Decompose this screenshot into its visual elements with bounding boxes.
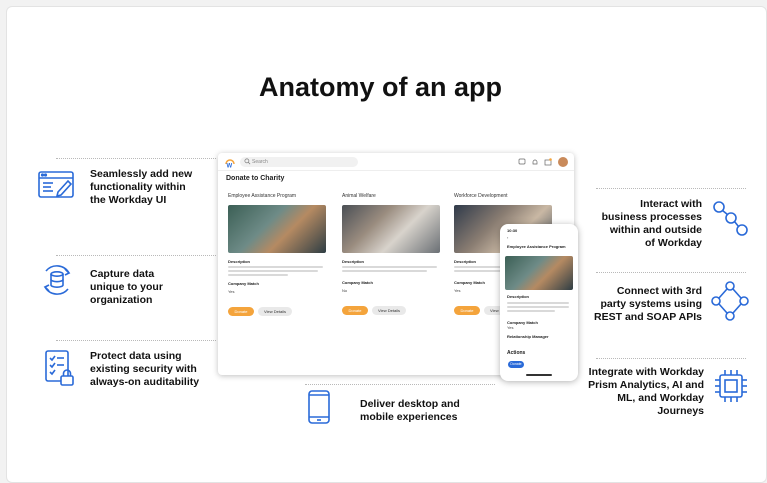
phone-title: Employee Assistance Program — [507, 244, 566, 249]
page-title: Anatomy of an app — [258, 72, 502, 102]
card-desc-label: Description — [342, 259, 365, 264]
card-desc-label: Description — [228, 259, 251, 264]
divider — [56, 158, 216, 159]
phone-photo — [505, 256, 573, 290]
divider — [56, 340, 216, 341]
card-title: Employee Assistance Program — [228, 193, 297, 199]
feature-deliver: Deliver desktop and mobile experiences — [360, 398, 460, 423]
card-match-value: No — [342, 288, 348, 293]
donate-button[interactable]: Donate — [454, 306, 480, 315]
text-placeholder — [228, 270, 318, 272]
avatar[interactable] — [558, 157, 568, 167]
feature-seamless: Seamlessly add new functionality within … — [90, 168, 193, 206]
charity-card: Employee Assistance Program Description … — [228, 193, 328, 318]
divider — [596, 358, 746, 359]
svg-text:W: W — [227, 164, 233, 169]
divider — [56, 255, 216, 256]
app-page-title: Donate to Charity — [226, 175, 285, 182]
text-placeholder — [507, 302, 569, 304]
text-placeholder — [507, 306, 569, 308]
phone-donate-button[interactable]: Donate — [508, 361, 524, 368]
donate-button[interactable]: Donate — [342, 306, 368, 315]
text-placeholder — [342, 270, 427, 272]
home-indicator — [526, 374, 552, 376]
text-placeholder — [228, 266, 323, 268]
view-details-button[interactable]: View Details — [372, 306, 406, 315]
mobile-app-mock: 10:30 ‹ Employee Assistance Program Desc… — [500, 224, 578, 381]
phone-manager-label: Relationship Manager — [507, 334, 549, 339]
feature-interact: Interact with business processes within … — [601, 198, 702, 249]
view-details-button[interactable]: View Details — [258, 307, 292, 316]
card-photo — [228, 205, 326, 253]
feature-integrate: Integrate with Workday Prism Analytics, … — [588, 366, 704, 417]
text-placeholder — [507, 310, 555, 312]
card-title: Workforce Development — [454, 193, 508, 199]
divider — [596, 188, 746, 189]
connection-diamond-icon — [711, 281, 749, 321]
divider — [596, 272, 746, 273]
app-topbar: W Search — [218, 153, 574, 171]
donate-button[interactable]: Donate — [228, 307, 254, 316]
card-title: Animal Welfare — [342, 193, 376, 199]
feature-connect: Connect with 3rd party systems using RES… — [594, 285, 702, 323]
checklist-lock-icon — [44, 349, 76, 387]
search-input[interactable]: Search — [240, 157, 358, 167]
text-placeholder — [228, 274, 288, 276]
inbox-icon[interactable] — [544, 158, 552, 166]
mobile-phone-icon — [307, 390, 331, 424]
search-icon — [244, 158, 251, 165]
phone-desc-label: Description — [507, 294, 530, 299]
back-icon[interactable]: ‹ — [507, 235, 508, 240]
divider — [305, 384, 495, 385]
chat-icon[interactable] — [518, 158, 526, 166]
phone-match-value: Yes — [507, 325, 514, 330]
workday-logo-icon: W — [225, 159, 235, 169]
card-photo — [342, 205, 440, 253]
browser-edit-icon — [38, 170, 76, 200]
card-match-value: Yes — [228, 289, 235, 294]
charity-card: Animal Welfare Description Company Match… — [342, 193, 442, 317]
text-placeholder — [342, 266, 437, 268]
database-cycle-icon — [40, 263, 74, 297]
card-match-label: Company Match — [342, 280, 373, 285]
phone-actions-label: Actions — [507, 350, 526, 356]
chip-icon — [712, 367, 750, 405]
card-match-label: Company Match — [228, 281, 259, 286]
process-nodes-icon — [711, 199, 749, 237]
bell-icon[interactable] — [531, 158, 539, 166]
feature-capture: Capture data unique to your organization — [90, 268, 163, 306]
phone-time: 10:30 — [507, 228, 518, 233]
feature-protect: Protect data using existing security wit… — [90, 350, 200, 388]
